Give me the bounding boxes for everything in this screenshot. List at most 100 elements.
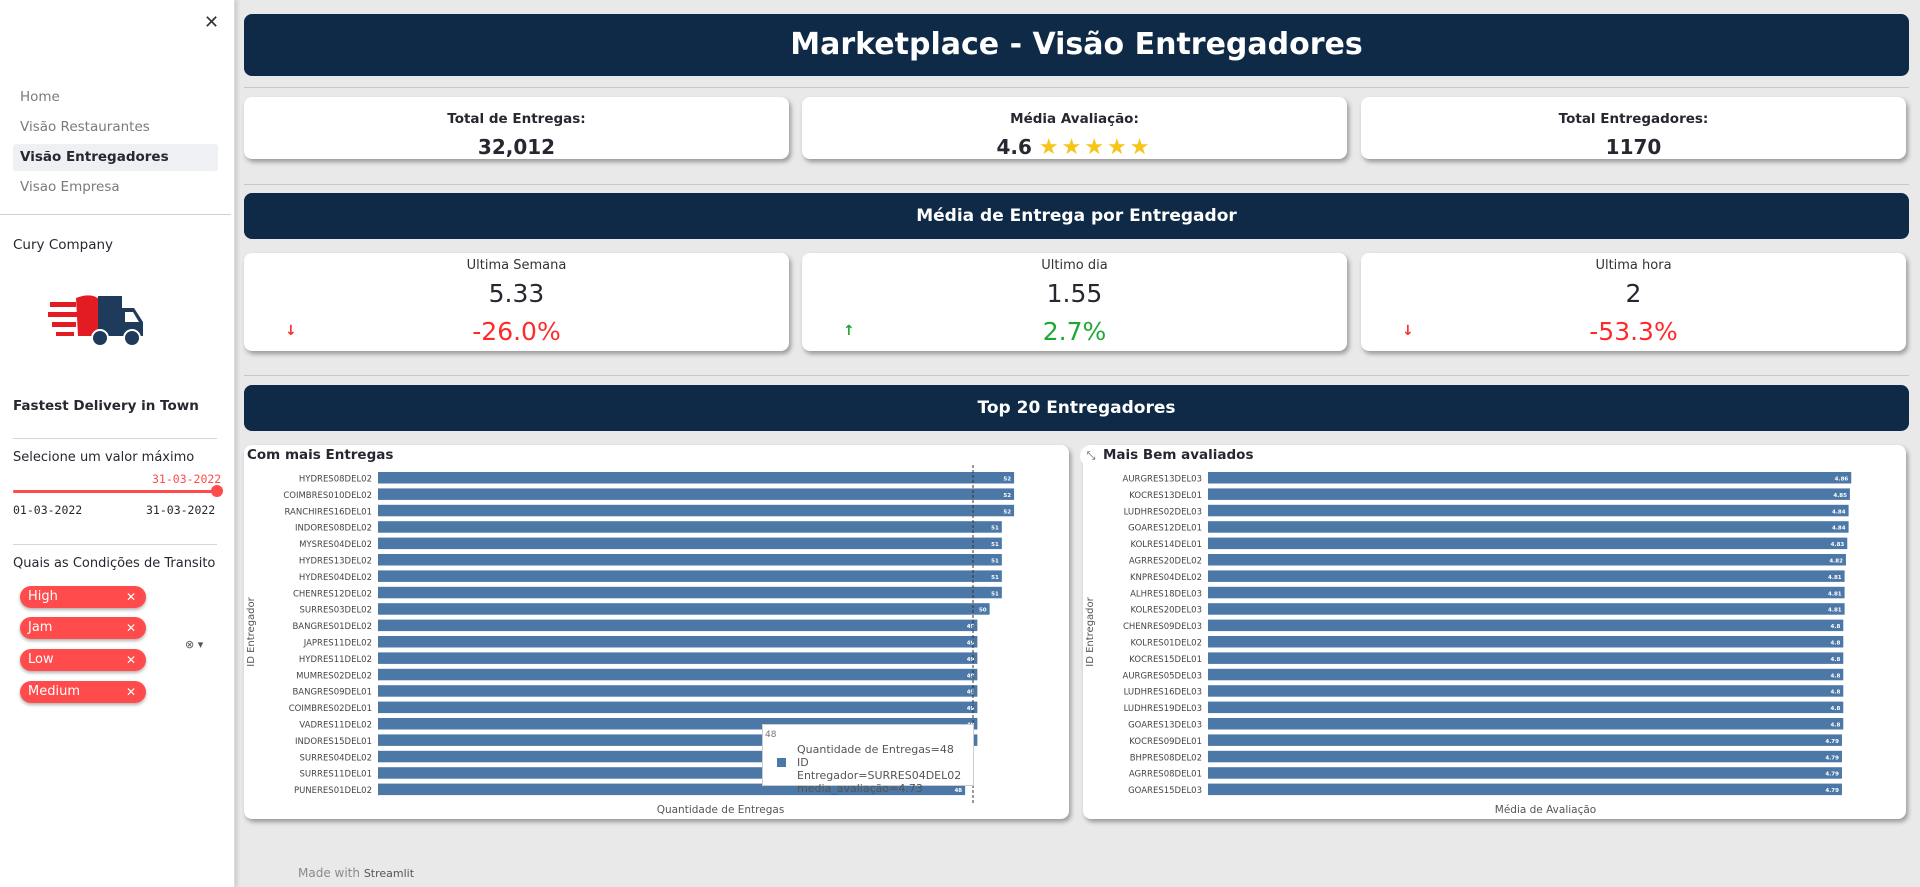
bar[interactable]: [1208, 718, 1844, 730]
traffic-chip-jam[interactable]: Jam ✕: [20, 617, 146, 639]
clear-dropdown-icon[interactable]: ⊗ ▾: [185, 638, 203, 651]
y-tick-label: RANCHIRES16DEL01: [284, 507, 372, 517]
data-label: 4.8: [1831, 673, 1841, 679]
fullscreen-icon[interactable]: ⤡: [1080, 445, 1102, 467]
bar[interactable]: [378, 554, 1002, 566]
bar[interactable]: [378, 570, 1002, 582]
y-tick-label: SURRES03DEL02: [300, 606, 372, 616]
y-tick-label: KOCRES15DEL01: [1129, 655, 1202, 665]
nav-item-restaurantes[interactable]: Visão Restaurantes: [13, 114, 218, 141]
nav-item-entregadores[interactable]: Visão Entregadores: [13, 144, 218, 171]
page-title: Marketplace - Visão Entregadores: [244, 14, 1909, 76]
y-tick-label: MYSRES04DEL02: [299, 540, 372, 550]
bar[interactable]: [1208, 570, 1845, 582]
streamlit-link[interactable]: Streamlit: [364, 867, 414, 880]
remove-icon[interactable]: ✕: [126, 681, 136, 703]
y-tick-label: LUDHRES02DEL03: [1124, 507, 1202, 517]
y-tick-label: AURGRES13DEL03: [1123, 475, 1202, 485]
traffic-chip-low[interactable]: Low ✕: [20, 649, 146, 671]
bar[interactable]: [378, 504, 1015, 517]
y-tick-label: HYDRES04DEL02: [299, 573, 372, 583]
kpi-value: 1170: [1605, 135, 1662, 159]
bar[interactable]: [1208, 668, 1844, 681]
y-tick-label: KOLRES20DEL03: [1131, 606, 1203, 616]
y-tick-label: COIMBRES02DEL01: [289, 704, 372, 714]
bar[interactable]: [378, 586, 1002, 599]
bar[interactable]: [1208, 586, 1845, 599]
bar[interactable]: [378, 652, 978, 664]
slider-label: Selecione um valor máximo: [13, 450, 195, 465]
data-label: 52: [1003, 493, 1011, 499]
metric-label: Ultima Semana: [466, 258, 567, 273]
date-slider-track[interactable]: [13, 490, 218, 493]
y-tick-label: HYDRES13DEL02: [299, 557, 372, 567]
bar[interactable]: [378, 472, 1015, 484]
close-icon[interactable]: ✕: [204, 12, 219, 33]
bar[interactable]: [1208, 701, 1844, 714]
bar[interactable]: [378, 668, 978, 681]
bar[interactable]: [1208, 488, 1850, 500]
data-label: 51: [991, 542, 999, 548]
bar[interactable]: [1208, 521, 1849, 533]
date-slider-thumb[interactable]: [211, 485, 223, 497]
nav-item-home[interactable]: Home: [13, 84, 218, 111]
bar[interactable]: [378, 685, 978, 697]
bar[interactable]: [1208, 685, 1844, 697]
y-axis-label: ID Entregador: [1085, 596, 1096, 666]
bar[interactable]: [378, 636, 978, 648]
nav-item-empresa[interactable]: Visao Empresa: [13, 174, 218, 201]
bar[interactable]: [1208, 472, 1852, 484]
metric-value: 1.55: [1046, 279, 1103, 308]
bar[interactable]: [1208, 554, 1846, 566]
remove-icon[interactable]: ✕: [126, 649, 136, 671]
slider-max: 31-03-2022: [146, 503, 216, 517]
kpi-card-entregadores: Total Entregadores: 1170: [1361, 97, 1906, 159]
data-label: 4.8: [1831, 723, 1841, 729]
y-tick-label: PUNERES01DEL02: [294, 786, 372, 796]
bar[interactable]: [378, 488, 1015, 500]
bar[interactable]: [1208, 603, 1845, 615]
bar[interactable]: [378, 701, 978, 714]
kpi-label: Total Entregadores:: [1558, 111, 1709, 127]
bar[interactable]: [378, 537, 1002, 550]
data-label: 4.8: [1831, 624, 1841, 630]
bar[interactable]: [1208, 750, 1842, 763]
data-label: 4.8: [1831, 641, 1841, 647]
bar-chart-avaliados[interactable]: AURGRES13DEL03 4.86 KOCRES13DEL01 4.85 LUDHR…: [1083, 445, 1906, 819]
data-label: 4.86: [1835, 477, 1849, 483]
data-label: 4.79: [1825, 739, 1839, 745]
kpi-rating: 4.6 ★★★★★: [802, 135, 1347, 160]
remove-icon[interactable]: ✕: [126, 586, 136, 608]
bar[interactable]: [1208, 636, 1844, 648]
data-label: 4.79: [1825, 772, 1839, 778]
bar[interactable]: [378, 521, 1002, 533]
bar[interactable]: [1208, 537, 1848, 550]
bar[interactable]: [1208, 652, 1844, 664]
bar[interactable]: [1208, 783, 1842, 796]
metric-label: Ultimo dia: [1041, 258, 1108, 273]
traffic-chip-medium[interactable]: Medium ✕: [20, 681, 146, 703]
bar[interactable]: [378, 619, 978, 632]
kpi-label: Média Avaliação:: [1010, 111, 1139, 127]
bar[interactable]: [1208, 767, 1842, 779]
y-tick-label: SURRES11DEL01: [300, 770, 372, 780]
y-tick-label: AGRRES20DEL02: [1129, 557, 1202, 567]
divider: [244, 184, 1909, 185]
y-tick-label: AURGRES05DEL03: [1123, 671, 1202, 681]
tooltip-swatch: [777, 758, 786, 767]
y-tick-label: LUDHRES19DEL03: [1124, 704, 1202, 714]
kpi-card-avaliacao: Média Avaliação: 4.6 ★★★★★: [802, 97, 1347, 160]
data-label: 4.83: [1831, 542, 1845, 548]
bar[interactable]: [1208, 504, 1849, 517]
y-tick-label: GOARES15DEL03: [1128, 786, 1202, 796]
divider: [13, 438, 217, 439]
traffic-chip-high[interactable]: High ✕: [20, 586, 146, 608]
bar[interactable]: [1208, 619, 1844, 632]
bar[interactable]: [1208, 734, 1842, 746]
kpi-label: Total de Entregas:: [447, 111, 586, 127]
bar[interactable]: [378, 603, 990, 615]
remove-icon[interactable]: ✕: [126, 617, 136, 639]
data-label: 4.81: [1828, 591, 1842, 597]
y-tick-label: KNPRES04DEL02: [1130, 573, 1202, 583]
metric-delta: 2.7%: [1042, 317, 1107, 346]
